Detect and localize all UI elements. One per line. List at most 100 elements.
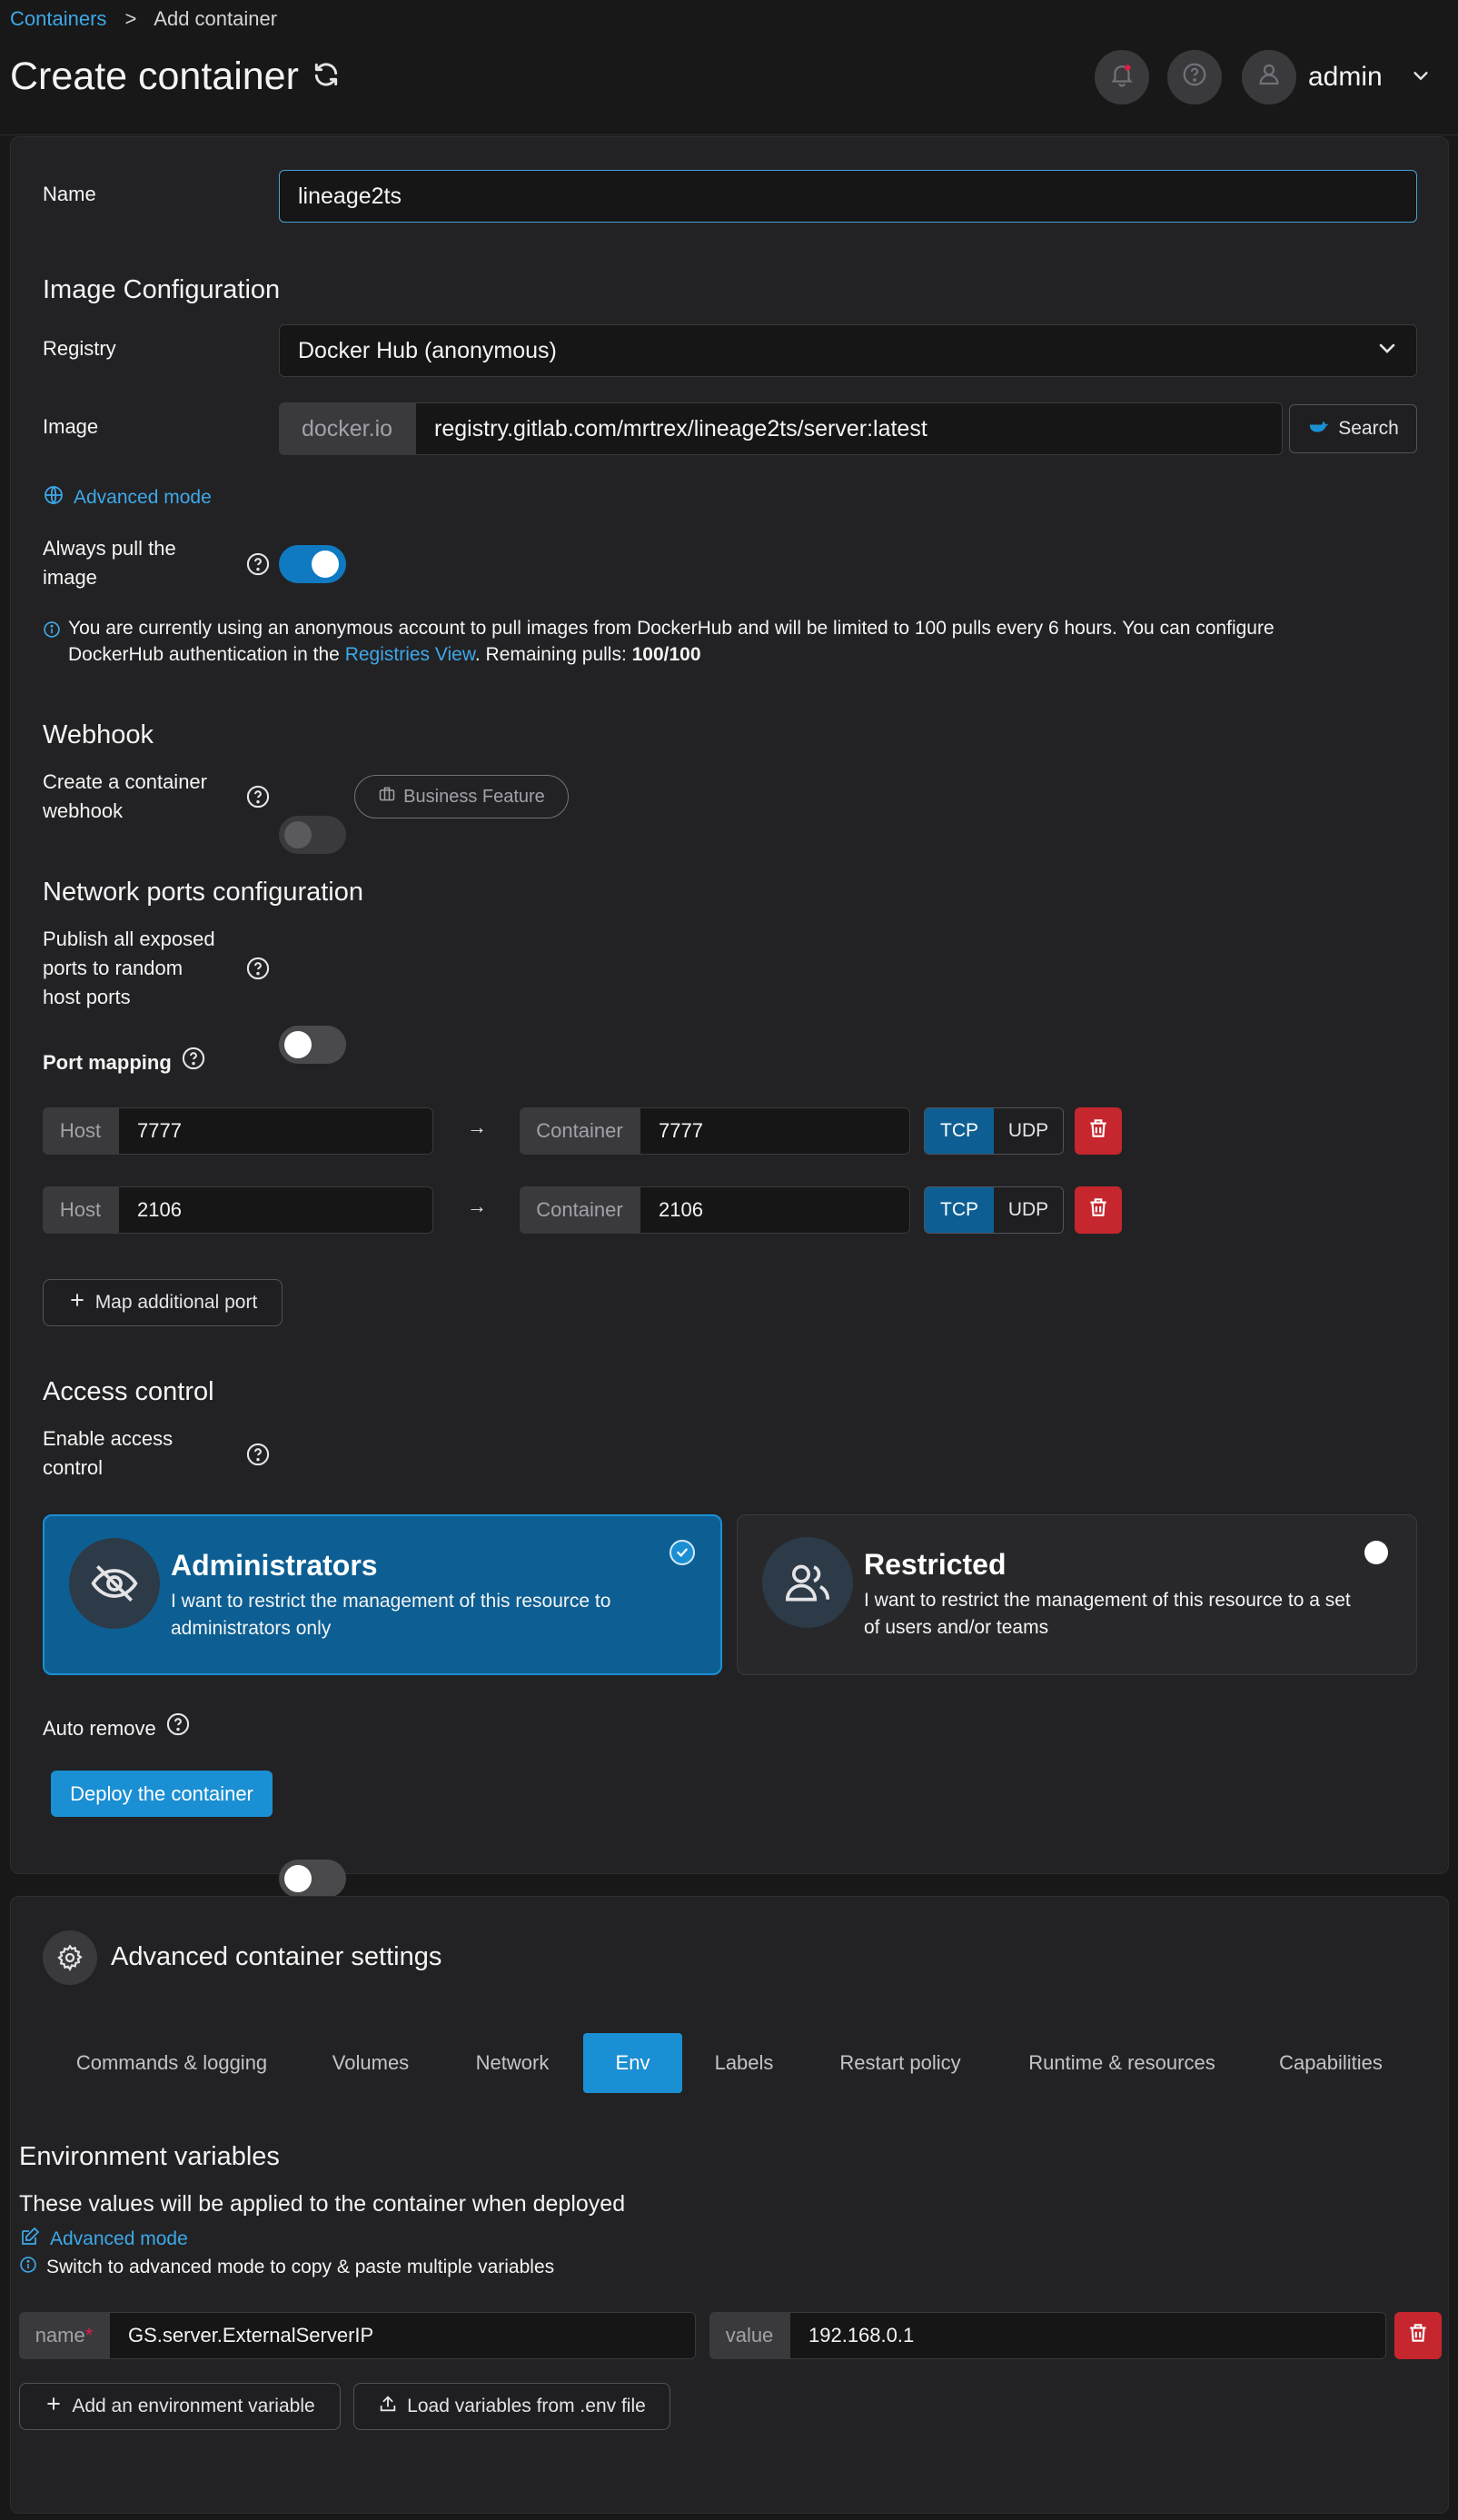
publish-all-label-line-3: host ports <box>43 986 131 1008</box>
name-label: Name <box>43 183 96 205</box>
avatar[interactable] <box>1242 50 1296 104</box>
host-port-input[interactable]: 2106 <box>118 1186 433 1234</box>
always-pull-label-line-2: image <box>43 566 97 589</box>
breadcrumb-containers-link[interactable]: Containers <box>10 7 106 30</box>
udp-button[interactable]: UDP <box>994 1187 1063 1233</box>
env-name-input[interactable]: GS.server.ExternalServerIP <box>109 2312 696 2359</box>
host-port-input[interactable]: 7777 <box>118 1107 433 1155</box>
help-icon <box>1181 61 1208 94</box>
business-feature-label: Business Feature <box>403 786 545 807</box>
auto-remove-label: Auto remove <box>43 1711 191 1745</box>
tab-env[interactable]: Env <box>583 2033 682 2093</box>
notifications-button[interactable] <box>1095 50 1149 104</box>
eye-off-icon <box>69 1538 160 1629</box>
map-additional-port-button[interactable]: Map additional port <box>43 1279 283 1326</box>
help-button[interactable] <box>1167 50 1222 104</box>
port-mapping-help-icon[interactable] <box>181 1046 206 1079</box>
user-menu-name[interactable]: admin <box>1308 62 1383 93</box>
administrators-description: I want to restrict the management of thi… <box>171 1588 610 1642</box>
container-port-addon: Container <box>520 1186 640 1234</box>
container-port-input[interactable]: 7777 <box>640 1107 910 1155</box>
udp-button[interactable]: UDP <box>994 1108 1063 1154</box>
restricted-description: I want to restrict the management of thi… <box>864 1587 1351 1642</box>
image-registry-prefix: docker.io <box>279 402 415 455</box>
webhook-toggle[interactable] <box>279 816 346 854</box>
publish-all-toggle[interactable] <box>279 1026 346 1064</box>
checkmark-icon <box>669 1540 695 1565</box>
port-mapping-label-text: Port mapping <box>43 1050 172 1074</box>
toggle-knob <box>284 1031 312 1058</box>
image-label: Image <box>43 415 99 438</box>
host-port-addon: Host <box>43 1186 118 1234</box>
tab-restart-policy[interactable]: Restart policy <box>817 2033 984 2093</box>
info-icon <box>19 2256 37 2279</box>
enable-access-label-line-2: control <box>43 1456 104 1479</box>
publish-all-label-line-2: ports to random <box>43 957 183 979</box>
tab-volumes[interactable]: Volumes <box>308 2033 433 2093</box>
access-option-restricted[interactable]: Restricted I want to restrict the manage… <box>737 1514 1417 1675</box>
env-title: Environment variables <box>19 2142 280 2171</box>
administrators-description-line-2: administrators only <box>171 1618 332 1639</box>
breadcrumb-current: Add container <box>154 7 278 30</box>
auto-remove-toggle[interactable] <box>279 1860 346 1898</box>
edit-icon <box>19 2226 41 2253</box>
env-advanced-mode-label: Advanced mode <box>50 2228 188 2249</box>
auto-remove-help-icon[interactable] <box>165 1711 191 1745</box>
tcp-button[interactable]: TCP <box>925 1187 994 1233</box>
required-mark: * <box>84 2324 94 2346</box>
chevron-down-icon[interactable] <box>1411 65 1431 91</box>
advanced-settings-title: Advanced container settings <box>111 1942 442 1971</box>
restricted-description-line-2: of users and/or teams <box>864 1617 1049 1638</box>
gear-icon <box>43 1930 97 1985</box>
port-mapping-label: Port mapping <box>43 1046 206 1079</box>
registry-label: Registry <box>43 337 116 360</box>
page-title-text: Create container <box>10 55 299 98</box>
tab-capabilities[interactable]: Capabilities <box>1263 2033 1399 2093</box>
add-env-var-label: Add an environment variable <box>72 2396 315 2416</box>
tab-labels[interactable]: Labels <box>694 2033 794 2093</box>
page-title: Create container <box>10 55 341 99</box>
port-arrow-icon: → <box>467 1116 487 1138</box>
always-pull-toggle[interactable] <box>279 545 346 583</box>
docker-whale-icon <box>1307 417 1329 441</box>
name-input[interactable]: lineage2ts <box>279 170 1417 223</box>
dockerhub-info-line-1: You are currently using an anonymous acc… <box>68 618 1275 639</box>
tab-commands-logging[interactable]: Commands & logging <box>43 2033 301 2093</box>
add-env-var-button[interactable]: Add an environment variable <box>19 2383 341 2430</box>
always-pull-help-icon[interactable] <box>245 551 271 582</box>
access-control-title: Access control <box>43 1377 214 1406</box>
image-input[interactable]: registry.gitlab.com/mrtrex/lineage2ts/se… <box>415 402 1283 455</box>
tcp-button[interactable]: TCP <box>925 1108 994 1154</box>
env-subtitle: These values will be applied to the cont… <box>19 2191 626 2217</box>
breadcrumb: Containers > Add container <box>10 7 277 31</box>
registry-select[interactable]: Docker Hub (anonymous) <box>279 324 1417 377</box>
env-value-addon: value <box>709 2312 789 2359</box>
administrators-description-line-1: I want to restrict the management of thi… <box>171 1591 611 1612</box>
access-help-icon[interactable] <box>245 1442 271 1473</box>
refresh-icon[interactable] <box>312 55 341 99</box>
image-config-title: Image Configuration <box>43 275 281 304</box>
dockerhub-info: You are currently using an anonymous acc… <box>68 615 1422 668</box>
webhook-label-line-1: Create a container <box>43 770 207 793</box>
remove-port-button[interactable] <box>1075 1186 1122 1234</box>
env-advanced-mode-link[interactable]: Advanced mode <box>19 2226 188 2253</box>
dockerhub-info-line-2: DockerHub authentication in the Registri… <box>68 641 1422 668</box>
advanced-mode-link[interactable]: Advanced mode <box>43 484 212 511</box>
breadcrumb-separator: > <box>124 7 137 30</box>
image-search-button[interactable]: Search <box>1289 404 1417 453</box>
env-value-input[interactable]: 192.168.0.1 <box>789 2312 1386 2359</box>
load-env-file-button[interactable]: Load variables from .env file <box>353 2383 670 2430</box>
access-option-administrators[interactable]: Administrators I want to restrict the ma… <box>43 1514 722 1675</box>
webhook-help-icon[interactable] <box>245 784 271 815</box>
remove-env-var-button[interactable] <box>1394 2312 1442 2359</box>
trash-icon <box>1086 1116 1110 1146</box>
registries-view-link[interactable]: Registries View <box>345 644 475 665</box>
publish-all-help-icon[interactable] <box>245 956 271 987</box>
remove-port-button[interactable] <box>1075 1107 1122 1155</box>
container-port-input[interactable]: 2106 <box>640 1186 910 1234</box>
info-icon <box>43 620 61 644</box>
tab-network[interactable]: Network <box>449 2033 576 2093</box>
deploy-container-button[interactable]: Deploy the container <box>51 1771 273 1817</box>
tab-runtime-resources[interactable]: Runtime & resources <box>1013 2033 1231 2093</box>
webhook-label: Create a container webhook <box>43 768 207 826</box>
